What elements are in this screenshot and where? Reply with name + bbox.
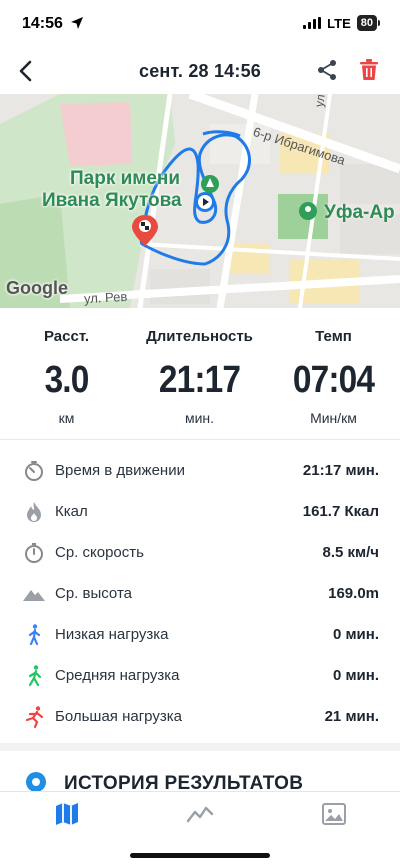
tab-bar [0,791,400,866]
battery-level: 80 [356,15,377,31]
stat-label: Темп [315,328,352,345]
mountain-icon [23,589,45,601]
detail-row-avg-speed: Ср. скорость 8.5 км/ч [0,532,400,573]
place-label: Уфа-Ар [324,202,395,223]
detail-value: 161.7 Ккал [302,503,379,520]
map-tab-icon[interactable] [53,801,81,827]
stat-label: Длительность [146,328,253,345]
detail-value: 21 мин. [324,708,379,725]
section-divider [0,743,400,751]
battery-icon: 80 [356,15,380,31]
detail-row-moving-time: Время в движении 21:17 мин. [0,450,400,491]
detail-label: Средняя нагрузка [55,667,180,684]
summary-stats: Расст. 3.0 км Длительность 21:17 мин. Те… [0,308,400,440]
history-section[interactable]: ИСТОРИЯ РЕЗУЛЬТАТОВ [0,751,400,791]
location-arrow-icon [71,17,83,29]
detail-label: Ккал [55,503,88,520]
trash-icon[interactable] [358,58,380,82]
share-icon[interactable] [316,59,338,81]
flame-icon [27,501,41,522]
park-label-line1: Парк имени [70,168,181,189]
detail-label: Ср. высота [55,585,132,602]
detail-label: Большая нагрузка [55,708,182,725]
header: сент. 28 14:56 [0,48,400,94]
history-marker-icon [26,772,46,791]
home-indicator [130,853,270,858]
walker-icon [28,664,42,686]
stat-pace: Темп 07:04 Мин/км [267,328,400,426]
detail-row-high-load: Большая нагрузка 21 мин. [0,696,400,737]
detail-value: 0 мин. [332,667,379,684]
detail-value: 8.5 км/ч [322,544,380,561]
status-time: 14:56 [22,15,63,32]
stat-unit: км [58,410,75,426]
detail-row-kcal: Ккал 161.7 Ккал [0,491,400,532]
detail-label: Ср. скорость [55,544,144,561]
walker-icon [28,623,41,645]
stat-unit: Мин/км [310,410,357,426]
history-title: ИСТОРИЯ РЕЗУЛЬТАТОВ [64,773,304,791]
chart-tab-icon[interactable] [186,801,214,827]
stopwatch-motion-icon [25,460,43,481]
detail-row-medium-load: Средняя нагрузка 0 мин. [0,655,400,696]
detail-label: Время в движении [55,462,185,479]
stat-unit: мин. [184,410,215,426]
detail-value: 169.0m [328,585,379,602]
detail-label: Низкая нагрузка [55,626,169,643]
street-label-bottom: ул. Рев [83,288,128,307]
stat-value: 07:04 [292,359,375,401]
detail-row-avg-altitude: Ср. высота 169.0m [0,573,400,614]
runner-icon [25,705,44,728]
stat-value: 3.0 [44,359,90,401]
stat-distance: Расст. 3.0 км [0,328,133,426]
stat-value: 21:17 [158,359,241,401]
page-title: сент. 28 14:56 [139,61,261,81]
stat-label: Расст. [43,328,90,345]
photo-tab-icon[interactable] [320,801,348,827]
detail-value: 21:17 мин. [302,462,379,479]
stopwatch-icon [25,542,43,563]
status-bar: 14:56 LTE 80 [0,0,400,48]
signal-icon [303,17,322,29]
detail-value: 0 мин. [332,626,379,643]
park-label: Парк имени Ивана Якутова [42,168,182,212]
google-logo: Google [6,278,68,298]
route-map[interactable]: Парк имени Ивана Якутова Уфа-Ар 6-р Ибра… [0,94,400,308]
stat-duration: Длительность 21:17 мин. [133,328,266,426]
park-label-line2: Ивана Якутова [42,190,182,211]
detail-row-low-load: Низкая нагрузка 0 мин. [0,614,400,655]
network-type: LTE [327,15,351,31]
